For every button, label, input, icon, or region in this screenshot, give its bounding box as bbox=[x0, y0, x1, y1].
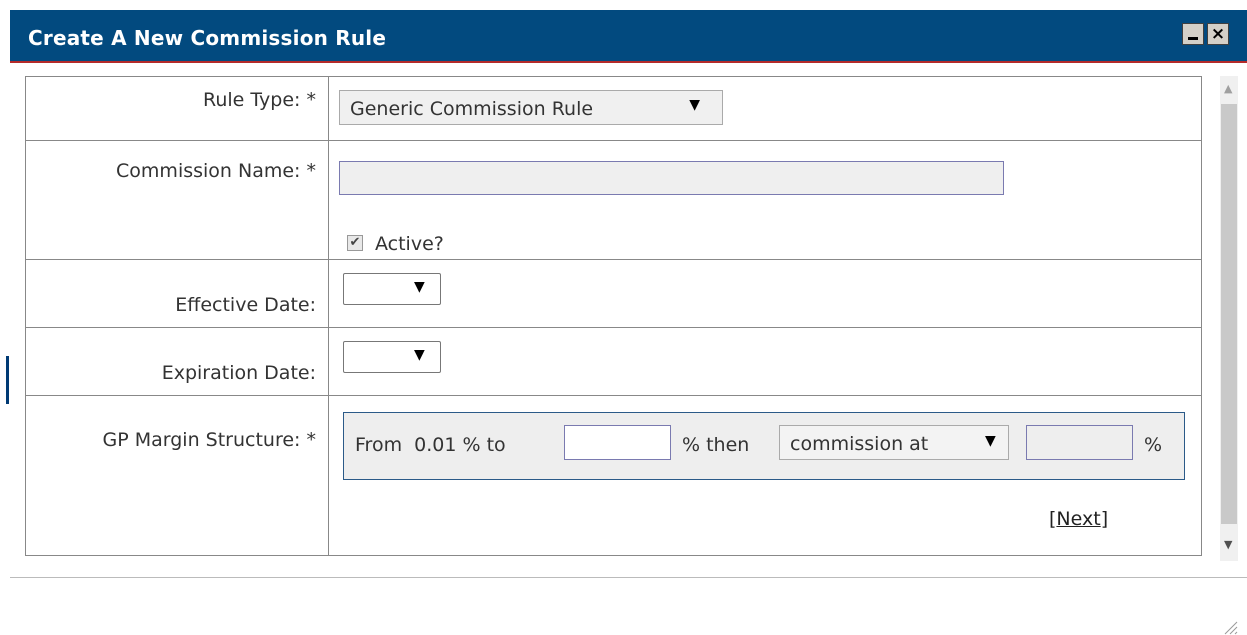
next-link-label[interactable]: Next bbox=[1056, 508, 1100, 530]
commission-name-input[interactable] bbox=[339, 161, 1004, 195]
expiration-date-select[interactable]: ▼ bbox=[343, 341, 441, 373]
minimize-icon bbox=[1188, 36, 1198, 40]
rule-type-row: Rule Type: * Generic Commission Rule ▼ bbox=[25, 76, 1202, 141]
gp-margin-row: GP Margin Structure: * From 0.01 % to % … bbox=[25, 395, 1202, 556]
commission-name-label-cell: Commission Name: * bbox=[25, 140, 329, 260]
dialog-titlebar[interactable]: Create A New Commission Rule × bbox=[10, 10, 1247, 63]
check-icon: ✔ bbox=[349, 235, 361, 250]
rule-form-table: Rule Type: * Generic Commission Rule ▼ C… bbox=[25, 76, 1202, 556]
scrollbar-thumb[interactable] bbox=[1221, 104, 1237, 524]
dialog-footer-divider bbox=[10, 577, 1247, 578]
chevron-down-icon: ▼ bbox=[414, 347, 425, 363]
active-label: Active? bbox=[375, 233, 444, 255]
expiration-date-label: Expiration Date: bbox=[161, 362, 316, 384]
chevron-down-icon: ▼ bbox=[414, 279, 425, 295]
rule-type-select[interactable]: Generic Commission Rule ▼ bbox=[339, 90, 723, 125]
rule-type-label-cell: Rule Type: * bbox=[25, 76, 329, 141]
minimize-button[interactable] bbox=[1182, 23, 1204, 45]
commission-name-value-cell: ✔ Active? bbox=[328, 140, 1202, 260]
expiration-date-value-cell: ▼ bbox=[328, 327, 1202, 396]
resize-grip-icon[interactable] bbox=[1222, 619, 1238, 635]
dialog-content: Rule Type: * Generic Commission Rule ▼ C… bbox=[10, 63, 1247, 635]
effective-date-label: Effective Date: bbox=[175, 294, 316, 316]
active-checkbox[interactable]: ✔ bbox=[347, 235, 363, 251]
create-commission-rule-dialog: Create A New Commission Rule × Rule Type… bbox=[10, 10, 1247, 635]
effective-date-value-cell: ▼ bbox=[328, 259, 1202, 328]
close-button[interactable]: × bbox=[1207, 23, 1229, 45]
gp-from-text: From 0.01 % to bbox=[355, 434, 506, 456]
gp-rate-input[interactable] bbox=[1026, 425, 1133, 460]
effective-date-select[interactable]: ▼ bbox=[343, 273, 441, 305]
gp-mode-select[interactable]: commission at ▼ bbox=[779, 425, 1009, 460]
close-icon: × bbox=[1210, 23, 1226, 44]
next-link[interactable]: [Next] bbox=[1049, 508, 1108, 530]
scroll-down-icon[interactable]: ▼ bbox=[1224, 538, 1232, 551]
scroll-up-icon[interactable]: ▲ bbox=[1224, 82, 1232, 95]
next-bracket-close: ] bbox=[1100, 508, 1109, 530]
rule-type-label: Rule Type: * bbox=[203, 89, 316, 111]
gp-margin-tier: From 0.01 % to % then commission at ▼ % bbox=[343, 412, 1185, 480]
rule-type-selected: Generic Commission Rule bbox=[350, 98, 594, 120]
background-page-edge bbox=[0, 0, 10, 590]
gp-margin-label-cell: GP Margin Structure: * bbox=[25, 395, 329, 556]
gp-then-text: % then bbox=[682, 434, 750, 456]
commission-name-label: Commission Name: * bbox=[116, 160, 316, 182]
gp-margin-label: GP Margin Structure: * bbox=[102, 429, 316, 451]
rule-type-value-cell: Generic Commission Rule ▼ bbox=[328, 76, 1202, 141]
commission-name-row: Commission Name: * ✔ Active? bbox=[25, 140, 1202, 260]
gp-margin-value-cell: From 0.01 % to % then commission at ▼ % bbox=[328, 395, 1202, 556]
background-marker bbox=[6, 356, 9, 404]
chevron-down-icon: ▼ bbox=[689, 97, 700, 113]
gp-mode-selected: commission at bbox=[790, 433, 929, 455]
gp-to-input[interactable] bbox=[564, 425, 671, 460]
expiration-date-row: Expiration Date: ▼ bbox=[25, 327, 1202, 396]
gp-percent-text: % bbox=[1144, 434, 1163, 456]
chevron-down-icon: ▼ bbox=[985, 433, 996, 449]
effective-date-row: Effective Date: ▼ bbox=[25, 259, 1202, 328]
dialog-title: Create A New Commission Rule bbox=[28, 26, 387, 50]
vertical-scrollbar[interactable]: ▲ ▼ bbox=[1220, 76, 1238, 561]
effective-date-label-cell: Effective Date: bbox=[25, 259, 329, 328]
expiration-date-label-cell: Expiration Date: bbox=[25, 327, 329, 396]
